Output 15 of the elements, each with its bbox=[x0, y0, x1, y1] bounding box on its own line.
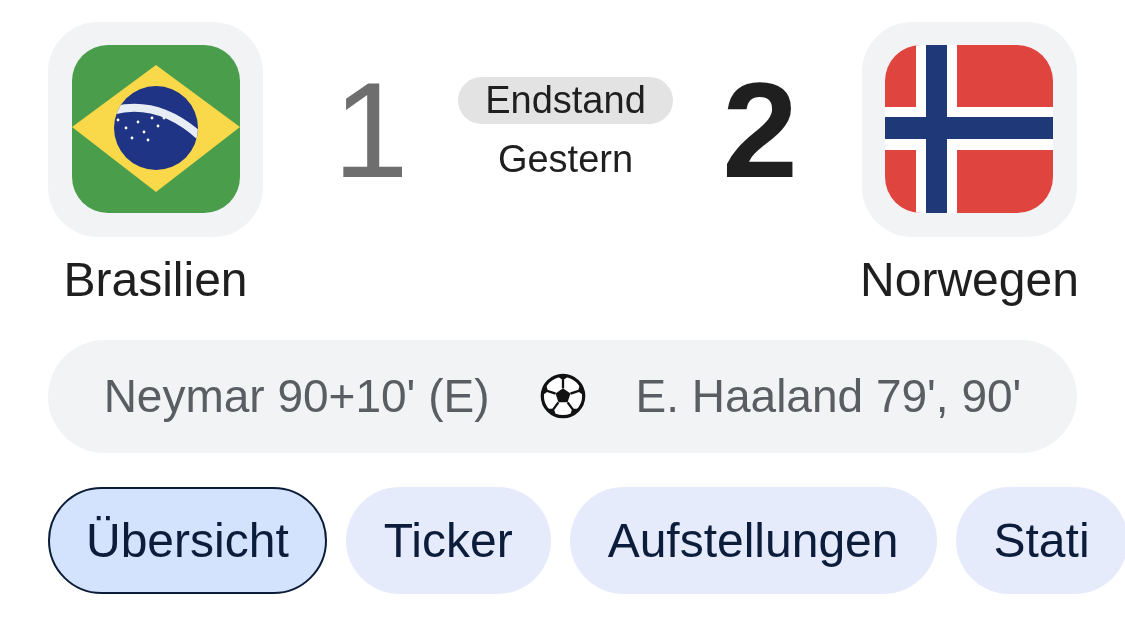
brazil-flag-icon bbox=[48, 22, 263, 237]
tab[interactable]: Übersicht bbox=[48, 486, 327, 594]
away-scorers: E. Haaland 79', 90' bbox=[635, 368, 1022, 424]
score: 1 bbox=[333, 61, 409, 198]
score: 2 bbox=[722, 61, 798, 198]
soccer-ball-icon bbox=[539, 373, 586, 420]
tab[interactable]: Stati bbox=[955, 486, 1125, 594]
team-name: Norwegen bbox=[860, 252, 1079, 308]
tab[interactable]: Aufstellungen bbox=[569, 486, 937, 594]
team-name: Brasilien bbox=[63, 252, 248, 308]
match-date: Gestern bbox=[497, 136, 634, 182]
status-badge: Endstand bbox=[458, 76, 673, 124]
norway-flag-icon bbox=[862, 22, 1077, 237]
home-scorers: Neymar 90+10' (E) bbox=[103, 368, 490, 424]
tab[interactable]: Ticker bbox=[345, 486, 551, 594]
